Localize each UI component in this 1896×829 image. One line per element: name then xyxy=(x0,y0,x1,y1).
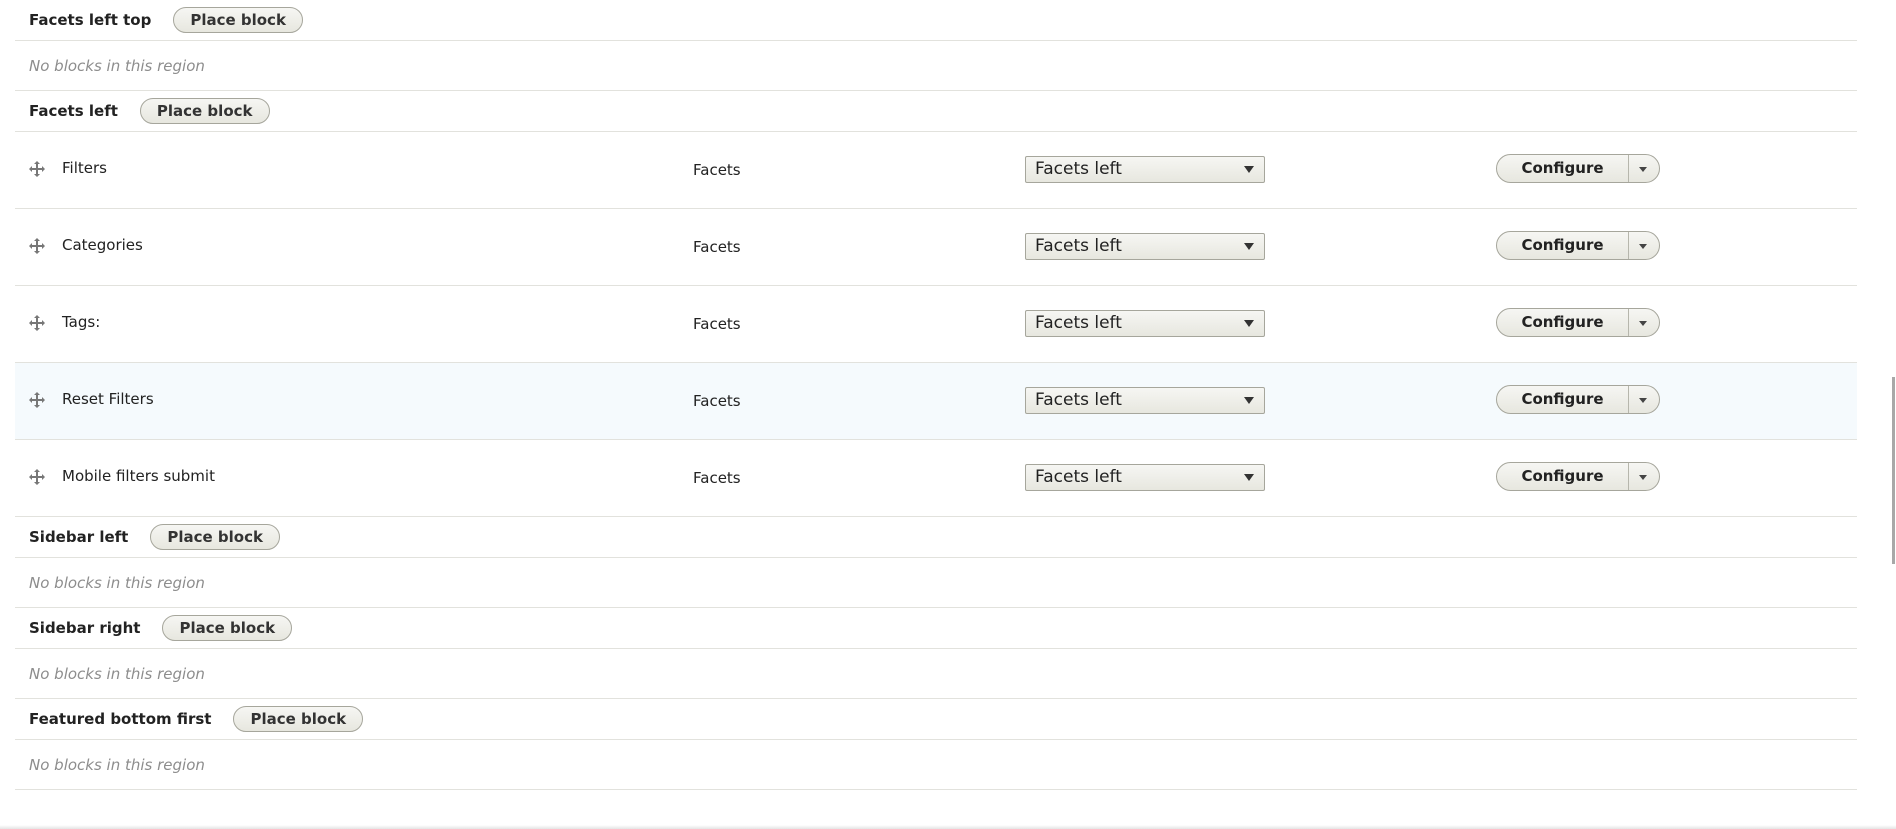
empty-message: No blocks in this region xyxy=(29,664,205,683)
empty-message: No blocks in this region xyxy=(29,56,205,75)
place-block-button[interactable]: Place block xyxy=(139,98,270,124)
configure-button[interactable]: Configure xyxy=(1497,386,1629,413)
region-select-value: Facets left xyxy=(1035,159,1122,179)
block-category: Facets xyxy=(693,315,741,333)
block-row: Categories Facets Facets left Configure xyxy=(15,209,1857,286)
block-category: Facets xyxy=(693,392,741,410)
configure-button[interactable]: Configure xyxy=(1497,232,1629,259)
region-header-sidebar-left: Sidebar left Place block xyxy=(15,517,1857,558)
region-header-facets-left: Facets left Place block xyxy=(15,91,1857,132)
region-empty-row: No blocks in this region xyxy=(15,41,1857,91)
region-select-value: Facets left xyxy=(1035,390,1122,410)
region-select[interactable]: Facets left xyxy=(1025,233,1265,260)
place-block-button[interactable]: Place block xyxy=(233,706,364,732)
block-layout-table: Facets left top Place block No blocks in… xyxy=(15,0,1857,790)
region-empty-row: No blocks in this region xyxy=(15,558,1857,608)
block-row: Mobile filters submit Facets Facets left… xyxy=(15,440,1857,517)
region-select[interactable]: Facets left xyxy=(1025,387,1265,414)
configure-dropbutton[interactable]: Configure xyxy=(1496,385,1660,414)
block-category: Facets xyxy=(693,469,741,487)
chevron-down-icon xyxy=(1244,166,1254,173)
block-name: Tags: xyxy=(62,313,101,331)
drag-handle-icon[interactable] xyxy=(29,469,45,485)
region-title: Sidebar left xyxy=(29,528,129,546)
place-block-button[interactable]: Place block xyxy=(162,615,293,641)
drag-handle-icon[interactable] xyxy=(29,161,45,177)
chevron-down-icon xyxy=(1244,397,1254,404)
region-select-value: Facets left xyxy=(1035,236,1122,256)
dropbutton-toggle-icon[interactable] xyxy=(1629,463,1659,490)
region-title: Facets left xyxy=(29,102,118,120)
chevron-down-icon xyxy=(1244,320,1254,327)
block-category: Facets xyxy=(693,238,741,256)
region-header-sidebar-right: Sidebar right Place block xyxy=(15,608,1857,649)
bottom-edge xyxy=(0,825,1896,829)
region-title: Facets left top xyxy=(29,11,152,29)
block-name: Mobile filters submit xyxy=(62,467,215,485)
block-category: Facets xyxy=(693,161,741,179)
block-name: Categories xyxy=(62,236,143,254)
region-title: Featured bottom first xyxy=(29,710,212,728)
configure-dropbutton[interactable]: Configure xyxy=(1496,231,1660,260)
region-select-value: Facets left xyxy=(1035,467,1122,487)
block-row: Reset Filters Facets Facets left Configu… xyxy=(15,363,1857,440)
region-select[interactable]: Facets left xyxy=(1025,310,1265,337)
region-header-featured-bottom-first: Featured bottom first Place block xyxy=(15,699,1857,740)
configure-dropbutton[interactable]: Configure xyxy=(1496,308,1660,337)
dropbutton-toggle-icon[interactable] xyxy=(1629,232,1659,259)
dropbutton-toggle-icon[interactable] xyxy=(1629,386,1659,413)
region-header-facets-left-top: Facets left top Place block xyxy=(15,0,1857,41)
block-row: Filters Facets Facets left Configure xyxy=(15,132,1857,209)
drag-handle-icon[interactable] xyxy=(29,315,45,331)
drag-handle-icon[interactable] xyxy=(29,238,45,254)
block-row: Tags: Facets Facets left Configure xyxy=(15,286,1857,363)
block-name: Reset Filters xyxy=(62,390,154,408)
configure-button[interactable]: Configure xyxy=(1497,463,1629,490)
region-empty-row: No blocks in this region xyxy=(15,649,1857,699)
configure-dropbutton[interactable]: Configure xyxy=(1496,154,1660,183)
place-block-button[interactable]: Place block xyxy=(150,524,280,550)
dropbutton-toggle-icon[interactable] xyxy=(1629,309,1659,336)
dropbutton-toggle-icon[interactable] xyxy=(1629,155,1659,182)
scrollbar-thumb[interactable] xyxy=(1892,377,1895,564)
empty-message: No blocks in this region xyxy=(29,573,205,592)
configure-button[interactable]: Configure xyxy=(1497,309,1629,336)
empty-message: No blocks in this region xyxy=(29,755,205,774)
region-empty-row: No blocks in this region xyxy=(15,740,1857,790)
configure-dropbutton[interactable]: Configure xyxy=(1496,462,1660,491)
chevron-down-icon xyxy=(1244,474,1254,481)
region-select[interactable]: Facets left xyxy=(1025,156,1265,183)
drag-handle-icon[interactable] xyxy=(29,392,45,408)
block-name: Filters xyxy=(62,159,107,177)
place-block-button[interactable]: Place block xyxy=(173,7,303,33)
configure-button[interactable]: Configure xyxy=(1497,155,1629,182)
region-select-value: Facets left xyxy=(1035,313,1122,333)
region-title: Sidebar right xyxy=(29,619,141,637)
chevron-down-icon xyxy=(1244,243,1254,250)
region-select[interactable]: Facets left xyxy=(1025,464,1265,491)
